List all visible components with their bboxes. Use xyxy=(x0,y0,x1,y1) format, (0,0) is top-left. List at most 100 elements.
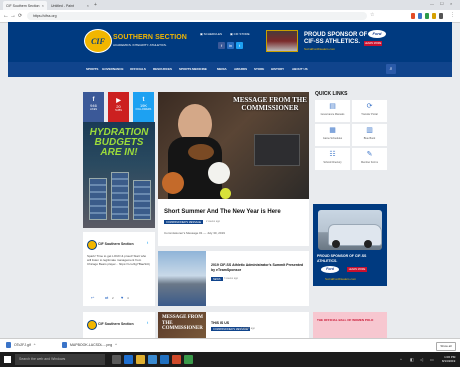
volume-icon[interactable]: ◁ xyxy=(420,357,423,362)
hydration-promo-image[interactable]: HYDRATION BUDGETS ARE IN! xyxy=(83,122,155,228)
quick-link-blue-book[interactable]: ▥ Blue Book xyxy=(352,124,387,146)
back-icon[interactable]: ← xyxy=(3,12,9,20)
taskbar-search-input[interactable]: Search the web and Windows xyxy=(15,354,105,365)
nav-item-store[interactable]: STORE xyxy=(254,67,264,71)
extension-icon[interactable] xyxy=(418,13,422,19)
category-badge[interactable]: COMMISSIONER'S MESSAGE xyxy=(164,220,204,224)
browser-tab-inactive[interactable]: Untitled - Paint × xyxy=(48,1,92,10)
avatar[interactable] xyxy=(87,320,97,330)
site-title[interactable]: SOUTHERN SECTION xyxy=(113,34,187,41)
avatar[interactable] xyxy=(87,240,97,250)
quick-link-label: Transfer Portal xyxy=(361,113,378,116)
taskbar-clock[interactable]: 1:06 PM 8/13/2019 xyxy=(442,355,455,363)
nav-item-sports-medicine[interactable]: SPORTS MEDICINE xyxy=(179,67,207,71)
volleyball-image xyxy=(208,162,230,184)
article-card[interactable]: 2019 CIF-SS Athletic Administrator's Sum… xyxy=(158,251,309,306)
supply-cart-image xyxy=(89,178,107,220)
reload-icon[interactable]: ⟳ xyxy=(18,12,22,20)
extension-icon[interactable] xyxy=(432,13,436,19)
tray-arrow-icon[interactable]: ^ xyxy=(400,357,402,362)
chevron-up-icon[interactable]: ^ xyxy=(34,343,36,347)
quick-link-directory[interactable]: ☷ School Directory xyxy=(315,148,350,170)
notification-icon[interactable]: ▭ xyxy=(430,357,434,362)
new-tab-icon[interactable]: + xyxy=(94,2,97,8)
file-explorer-icon[interactable] xyxy=(136,355,145,364)
windows-taskbar: Search the web and Windows ^ ◧ ◁ ▭ 1:06 … xyxy=(0,352,460,367)
ford-sidebar-ad[interactable]: PROUD SPONSOR OF CIF-SS ATHLETICS. Ford … xyxy=(313,204,387,286)
ford-logo[interactable]: Ford xyxy=(321,266,339,273)
task-view-icon[interactable] xyxy=(112,355,121,364)
facebook-icon[interactable]: f xyxy=(218,42,225,49)
edge-icon[interactable] xyxy=(124,355,133,364)
category-badge[interactable]: NEWS xyxy=(211,277,223,281)
extension-icon[interactable] xyxy=(425,13,429,19)
header-learn-more-button[interactable]: LEARN MORE xyxy=(364,41,382,46)
extension-icon[interactable] xyxy=(411,13,415,19)
close-icon[interactable]: × xyxy=(87,3,89,8)
nav-item-sports[interactable]: SPORTS xyxy=(86,67,98,71)
hero-image[interactable]: MESSAGE FROM THE COMMISSIONER xyxy=(158,92,309,199)
reply-icon[interactable]: ↩ xyxy=(91,295,94,300)
nav-item-resources[interactable]: RESOURCES xyxy=(153,67,172,71)
nav-item-awards[interactable]: AWARDS xyxy=(234,67,247,71)
tweet-body[interactable]: Spark! Time to get LOUD & proud! Start w… xyxy=(87,254,151,266)
twitter-share-button[interactable]: t 19K FOLLOWERS xyxy=(133,92,154,122)
header-ad-url[interactable]: SoCalFordDealers.com xyxy=(304,47,335,51)
hero-article-card[interactable]: Short Summer And The New Year is Here CO… xyxy=(158,199,309,246)
url-field[interactable]: https://cifss.org xyxy=(27,12,367,20)
retweet-icon[interactable]: ⇄ xyxy=(105,295,108,300)
browser-tab-active[interactable]: CIF Southern Section × xyxy=(3,1,47,10)
chevron-up-icon[interactable]: ^ xyxy=(115,343,117,347)
network-icon[interactable]: ◧ xyxy=(410,357,414,362)
hero-headline[interactable]: Short Summer And The New Year is Here xyxy=(164,209,281,215)
twitter-icon[interactable]: t xyxy=(236,42,243,49)
cif-logo[interactable]: CIF xyxy=(84,29,112,53)
quick-link-transfer[interactable]: ⟳ Transfer Portal xyxy=(352,100,387,122)
quick-link-forms[interactable]: ✎ Member Forms xyxy=(352,148,387,170)
window-close-icon[interactable]: × xyxy=(450,1,452,6)
tweet-author[interactable]: CIF Southern Section xyxy=(98,322,134,326)
download-item[interactable]: MAPBOOK-LACSDL....png ^ xyxy=(62,342,117,348)
nav-item-officials[interactable]: OFFICIALS xyxy=(130,67,146,71)
quick-link-governance[interactable]: ▤ Governance Manuals xyxy=(315,100,350,122)
like-icon[interactable]: ♥ xyxy=(121,295,123,300)
article-headline[interactable]: THIS IS US xyxy=(211,321,229,325)
store-icon[interactable] xyxy=(148,355,157,364)
tweet-author[interactable]: CIF Southern Section xyxy=(98,242,134,246)
nav-item-media[interactable]: MEDIA xyxy=(217,67,227,71)
ford-truck-image[interactable] xyxy=(266,30,298,52)
sidebar-ad-url[interactable]: SoCalFordDealers.com xyxy=(325,277,356,281)
sidebar-learn-more-button[interactable]: LEARN MORE xyxy=(347,267,367,272)
windows-start-icon[interactable] xyxy=(4,356,11,363)
instagram-icon[interactable]: in xyxy=(227,42,234,49)
schedules-link[interactable]: ▣ SCHEDULES xyxy=(200,32,222,36)
forward-icon[interactable]: → xyxy=(10,12,16,20)
minimize-icon[interactable]: — xyxy=(430,1,434,6)
ford-logo[interactable]: Ford xyxy=(368,30,386,38)
like-count: 4 xyxy=(127,296,129,300)
download-item[interactable]: OTc2FJ.gif ^ xyxy=(6,342,35,348)
cif-store-link[interactable]: ▣ CIF STORE xyxy=(230,32,250,36)
extension-icon[interactable] xyxy=(439,13,443,19)
download-filename: OTc2FJ.gif xyxy=(14,343,31,347)
menu-icon[interactable]: ⋮ xyxy=(450,12,455,18)
mail-icon[interactable] xyxy=(160,355,169,364)
chrome-icon[interactable] xyxy=(172,355,181,364)
article-headline[interactable]: 2019 CIF-SS Athletic Administrator's Sum… xyxy=(211,263,307,272)
nav-item-history[interactable]: HISTORY xyxy=(271,67,284,71)
star-icon[interactable]: ☆ xyxy=(370,12,374,18)
close-icon[interactable]: × xyxy=(42,3,44,8)
app-icon[interactable] xyxy=(184,355,193,364)
header-ad-text[interactable]: PROUD SPONSOR OF CIF-SS ATHLETICS. xyxy=(304,32,367,46)
facebook-share-button[interactable]: f 946 LIKES xyxy=(83,92,104,122)
youtube-share-button[interactable]: ▶ 20 SUBS xyxy=(108,92,129,122)
quick-link-schedules[interactable]: ▦ Game Schedules xyxy=(315,124,350,146)
maximize-icon[interactable]: ☐ xyxy=(440,1,444,6)
tweet-card[interactable]: CIF Southern Section t Spark! Time to ge… xyxy=(83,232,155,306)
nav-item-governance[interactable]: GOVERNANCE xyxy=(102,67,124,71)
show-all-button[interactable]: Show all xyxy=(436,342,456,351)
search-icon[interactable]: ⌕ xyxy=(386,64,396,74)
quick-link-label: Blue Book xyxy=(363,137,376,140)
nav-item-about-us[interactable]: ABOUT US xyxy=(292,67,308,71)
stadium-thumbnail[interactable] xyxy=(158,251,206,306)
